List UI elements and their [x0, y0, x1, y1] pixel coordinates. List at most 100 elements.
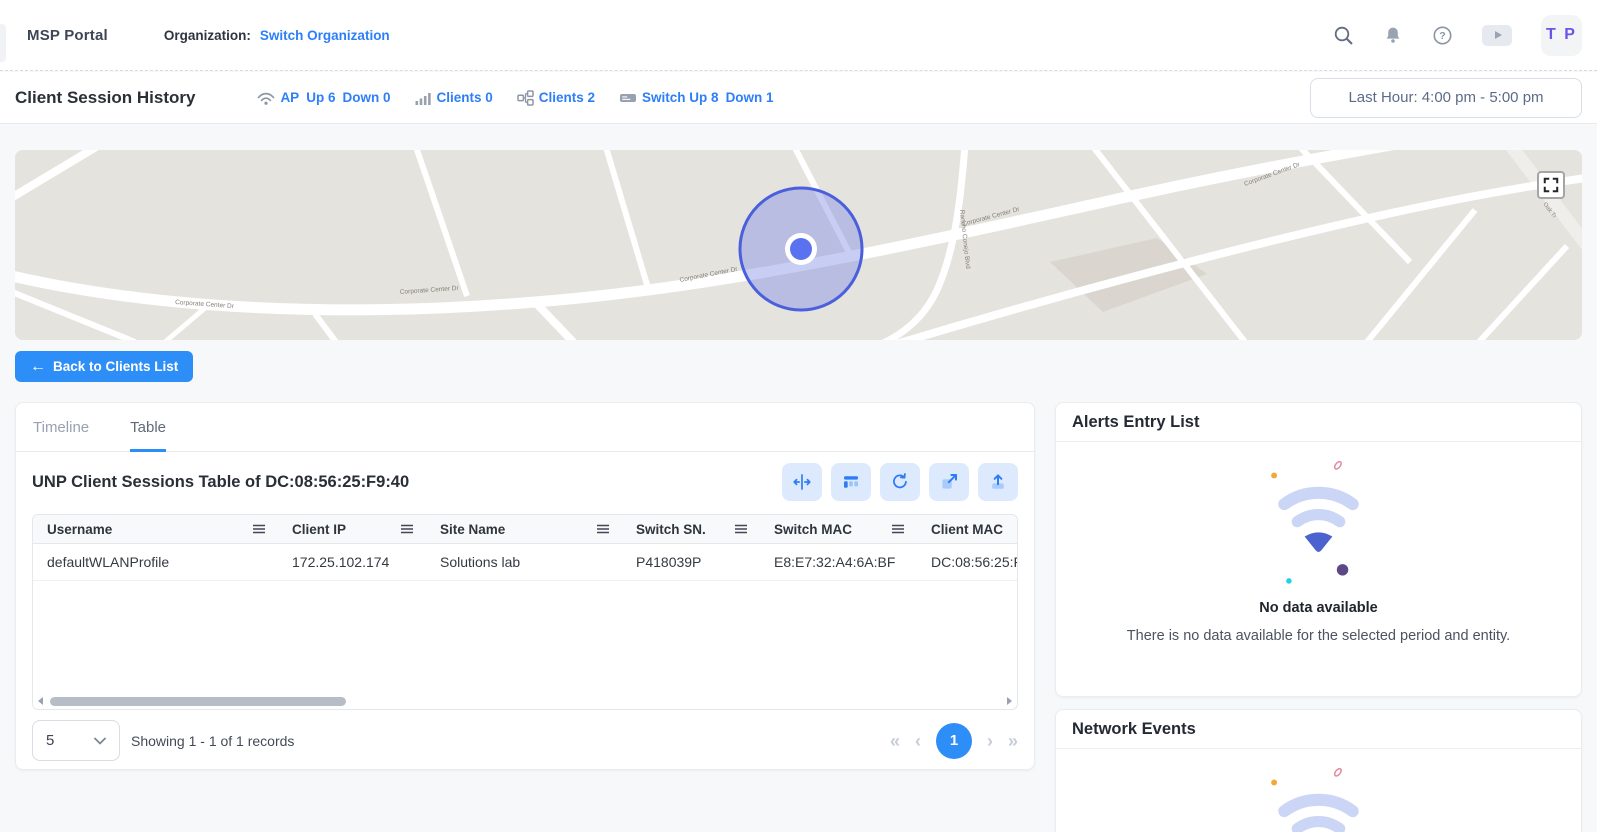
play-triangle — [1495, 31, 1502, 39]
network-events-empty-state — [1056, 749, 1581, 832]
notifications-bell-icon[interactable] — [1383, 26, 1403, 45]
column-header-switch-mac[interactable]: Switch MAC — [760, 515, 917, 543]
no-data-wifi-illustration — [1226, 762, 1411, 832]
status-summary: AP Up 6 Down 0 Clients 0 Clients 2 Switc… — [257, 90, 775, 106]
upload-icon — [988, 472, 1008, 492]
svg-text:?: ? — [1439, 30, 1445, 42]
wireless-clients-count: Clients 0 — [436, 90, 492, 105]
switch-icon — [619, 90, 637, 105]
network-events-title: Network Events — [1056, 710, 1581, 749]
last-page-button[interactable]: » — [1008, 732, 1018, 750]
column-header-switch-sn[interactable]: Switch SN. — [622, 515, 760, 543]
client-location-marker[interactable] — [740, 188, 862, 310]
brand-title: MSP Portal — [27, 27, 108, 44]
sessions-table: Username Client IP Site Name Switch SN. … — [32, 514, 1018, 710]
wireless-clients-status[interactable]: Clients 0 — [414, 90, 494, 106]
top-bar: MSP Portal Organization: Switch Organiza… — [0, 0, 1597, 71]
cell-switch-mac: E8:E7:32:A4:6A:BF — [760, 544, 917, 580]
sidebar-edge — [0, 24, 6, 62]
table-section: UNP Client Sessions Table of DC:08:56:25… — [16, 462, 1034, 761]
view-tabs: Timeline Table — [16, 403, 1034, 452]
fit-columns-icon — [792, 472, 812, 492]
page-size-select[interactable]: 5 — [32, 720, 120, 761]
time-range-filter[interactable]: Last Hour: 4:00 pm - 5:00 pm — [1310, 78, 1582, 118]
alerts-empty-state: No data available There is no data avail… — [1056, 442, 1581, 644]
back-to-clients-button[interactable]: ← Back to Clients List — [15, 351, 193, 382]
manage-columns-button[interactable] — [831, 463, 871, 501]
alerts-panel-title: Alerts Entry List — [1056, 403, 1581, 442]
table-title: UNP Client Sessions Table of DC:08:56:25… — [32, 473, 409, 492]
pager: « ‹ 1 › » — [890, 723, 1018, 759]
back-arrow-icon: ← — [30, 359, 46, 375]
current-page-button[interactable]: 1 — [936, 723, 972, 759]
cell-switch-sn: P418039P — [622, 544, 760, 580]
no-data-title: No data available — [1259, 600, 1377, 616]
refresh-icon — [890, 472, 910, 492]
user-avatar[interactable]: T P — [1541, 15, 1582, 56]
switch-down-count: Down 1 — [726, 90, 774, 105]
refresh-button[interactable] — [880, 463, 920, 501]
back-button-label: Back to Clients List — [53, 359, 178, 374]
wired-clients-count: Clients 2 — [539, 90, 595, 105]
no-data-wifi-illustration — [1226, 455, 1411, 594]
ap-label: AP — [280, 90, 299, 105]
cell-username: defaultWLANProfile — [33, 544, 278, 580]
map-fullscreen-button[interactable] — [1537, 171, 1565, 199]
page-size-value: 5 — [46, 732, 54, 749]
scroll-left-arrow[interactable] — [38, 697, 43, 705]
cell-site-name: Solutions lab — [426, 544, 622, 580]
cell-client-ip: 172.25.102.174 — [278, 544, 426, 580]
table-toolbar — [782, 463, 1018, 501]
ap-status[interactable]: AP Up 6 Down 0 — [257, 90, 392, 106]
column-menu-icon[interactable] — [596, 524, 610, 534]
wired-clients-status[interactable]: Clients 2 — [517, 90, 597, 106]
page-title: Client Session History — [15, 88, 195, 108]
open-external-icon — [939, 472, 959, 492]
column-menu-icon[interactable] — [252, 524, 266, 534]
table-header-row: Username Client IP Site Name Switch SN. … — [33, 515, 1018, 544]
map-canvas: Corporate Center Dr Corporate Center Dr … — [15, 150, 1582, 340]
sessions-card: Timeline Table UNP Client Sessions Table… — [15, 402, 1035, 770]
organization-label: Organization: — [164, 28, 251, 43]
horizontal-scrollbar[interactable] — [50, 697, 346, 706]
table-row[interactable]: defaultWLANProfile 172.25.102.174 Soluti… — [33, 544, 1018, 581]
ap-up-count: Up 6 — [306, 90, 335, 105]
topology-icon — [517, 90, 534, 106]
column-menu-icon[interactable] — [400, 524, 414, 534]
ap-down-count: Down 0 — [342, 90, 390, 105]
records-summary: Showing 1 - 1 of 1 records — [131, 733, 294, 749]
search-icon[interactable] — [1333, 25, 1354, 46]
tutorial-play-icon[interactable] — [1482, 25, 1512, 46]
switch-status[interactable]: Switch Up 8 Down 1 — [619, 90, 776, 105]
column-menu-icon[interactable] — [891, 524, 905, 534]
next-page-button[interactable]: › — [987, 732, 993, 750]
organization-link[interactable]: Switch Organization — [260, 28, 390, 43]
tab-table[interactable]: Table — [130, 403, 166, 451]
column-header-username[interactable]: Username — [33, 515, 278, 543]
page-header: Client Session History AP Up 6 Down 0 Cl… — [0, 72, 1597, 124]
tab-timeline[interactable]: Timeline — [33, 403, 89, 451]
fullscreen-icon — [1543, 177, 1559, 193]
network-events-panel: Network Events — [1055, 709, 1582, 832]
fit-columns-button[interactable] — [782, 463, 822, 501]
open-external-button[interactable] — [929, 463, 969, 501]
export-button[interactable] — [978, 463, 1018, 501]
alerts-entry-list-panel: Alerts Entry List No data available Ther… — [1055, 402, 1582, 697]
column-header-client-ip[interactable]: Client IP — [278, 515, 426, 543]
site-map[interactable]: Corporate Center Dr Corporate Center Dr … — [15, 150, 1582, 340]
help-icon[interactable]: ? — [1432, 25, 1453, 46]
pagination-bar: 5 Showing 1 - 1 of 1 records « ‹ 1 › » — [32, 720, 1018, 761]
columns-icon — [841, 472, 861, 492]
no-data-message: There is no data available for the selec… — [1127, 628, 1510, 644]
first-page-button[interactable]: « — [890, 732, 900, 750]
column-menu-icon[interactable] — [734, 524, 748, 534]
client-session-history-page: MSP Portal Organization: Switch Organiza… — [0, 0, 1597, 832]
previous-page-button[interactable]: ‹ — [915, 732, 921, 750]
switch-up-count: Switch Up 8 — [642, 90, 719, 105]
column-header-site-name[interactable]: Site Name — [426, 515, 622, 543]
chevron-down-icon — [94, 737, 106, 745]
cell-client-mac: DC:08:56:25:F9:40 — [917, 544, 1018, 580]
column-header-client-mac[interactable]: Client MAC — [917, 515, 1018, 543]
wifi-icon — [257, 90, 275, 106]
scroll-right-arrow[interactable] — [1007, 697, 1012, 705]
